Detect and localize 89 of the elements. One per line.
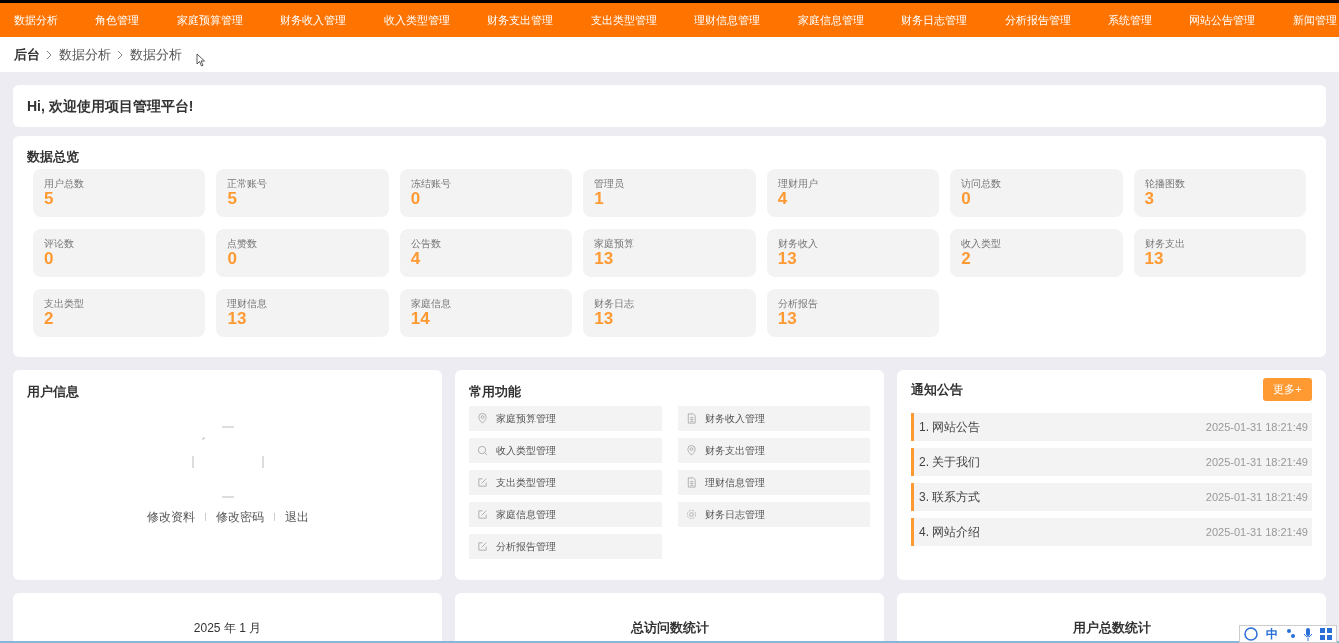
notice-time: 2025-01-31 18:21:49 bbox=[1205, 524, 1308, 540]
section-title: 常用功能 bbox=[469, 383, 522, 401]
notice-time: 2025-01-31 18:21:49 bbox=[1205, 454, 1308, 470]
stat-label: 轮播图数 bbox=[1144, 178, 1186, 189]
stat-value: 4 bbox=[410, 249, 422, 268]
punctuation-icon[interactable] bbox=[1286, 628, 1296, 640]
breadcrumb-link[interactable]: 数据分析 bbox=[130, 44, 182, 65]
stat-label: 分析报告 bbox=[777, 298, 819, 309]
notice-title: 1. 网站公告 bbox=[919, 419, 981, 436]
welcome-text: Hi, 欢迎使用项目管理平台! bbox=[27, 96, 194, 116]
location-pin-icon bbox=[477, 412, 488, 424]
section-title: 通知公告 bbox=[911, 380, 963, 399]
breadcrumb-link[interactable]: 数据分析 bbox=[59, 44, 111, 65]
stat-label: 财务收入 bbox=[777, 238, 819, 249]
stat-label: 点赞数 bbox=[227, 238, 259, 249]
grid-icon[interactable] bbox=[1320, 628, 1332, 640]
notice-title: 3. 联系方式 bbox=[919, 489, 981, 506]
profile-link[interactable]: 修改资料 bbox=[146, 507, 195, 526]
stat-label: 评论数 bbox=[44, 238, 75, 249]
stat-value: 5 bbox=[44, 189, 55, 208]
stat-label: 家庭信息 bbox=[410, 298, 452, 309]
profile-link[interactable]: 退出 bbox=[284, 507, 309, 526]
notice-item[interactable]: 2. 关于我们 2025-01-31 18:21:49 bbox=[911, 448, 1312, 476]
edit-icon bbox=[477, 476, 488, 488]
breadcrumb-link[interactable]: 后台 bbox=[14, 44, 40, 65]
stat-value: 0 bbox=[961, 189, 972, 208]
stat-label: 访问总数 bbox=[961, 178, 1003, 189]
notice-time: 2025-01-31 18:21:49 bbox=[1205, 419, 1308, 435]
stat-value: 1 bbox=[594, 189, 605, 208]
stat-label: 理财用户 bbox=[777, 178, 819, 189]
shortcut-link[interactable]: 财务支出管理 bbox=[677, 437, 870, 463]
shortcut-link[interactable]: 财务日志管理 bbox=[677, 501, 870, 527]
stat-label: 支出类型 bbox=[44, 298, 85, 309]
stat-value: 0 bbox=[44, 249, 55, 268]
shortcut-link[interactable]: 财务收入管理 bbox=[677, 405, 870, 431]
shortcut-link[interactable]: 分析报告管理 bbox=[469, 533, 662, 559]
stat-value: 0 bbox=[410, 189, 422, 208]
stat-value: 13 bbox=[594, 309, 615, 328]
location-pin-icon bbox=[685, 444, 697, 456]
stat-value: 13 bbox=[777, 249, 798, 268]
microphone-icon[interactable] bbox=[1304, 627, 1312, 641]
notice-title: 2. 关于我们 bbox=[919, 454, 981, 471]
stat-label: 收入类型 bbox=[961, 238, 1003, 249]
stat-label: 管理员 bbox=[594, 178, 626, 189]
section-title: 数据总览 bbox=[27, 148, 80, 166]
shortcut-link[interactable]: 理财信息管理 bbox=[677, 469, 870, 495]
stat-label: 用户总数 bbox=[44, 178, 85, 189]
stat-value: 13 bbox=[1144, 249, 1165, 268]
settings-icon bbox=[685, 508, 697, 520]
stat-value: 14 bbox=[410, 309, 431, 328]
ime-mode-toggle[interactable]: 中 bbox=[1266, 627, 1278, 641]
shortcut-link[interactable]: 支出类型管理 bbox=[469, 469, 662, 495]
stat-value: 0 bbox=[227, 249, 238, 268]
shortcut-link[interactable]: 收入类型管理 bbox=[469, 437, 662, 463]
profile-link[interactable]: 修改密码 bbox=[215, 507, 264, 526]
stat-value: 13 bbox=[777, 309, 798, 328]
stat-label: 财务日志 bbox=[594, 298, 636, 309]
document-icon bbox=[685, 476, 697, 488]
stat-label: 家庭预算 bbox=[594, 238, 636, 249]
stat-value: 2 bbox=[961, 249, 972, 268]
chevron-right-icon bbox=[46, 49, 53, 60]
edit-icon bbox=[477, 508, 488, 520]
shortcut-link[interactable]: 家庭信息管理 bbox=[469, 501, 662, 527]
section-title: 用户信息 bbox=[27, 383, 79, 401]
chart-title: 用户总数统计 bbox=[1072, 621, 1151, 637]
stat-label: 理财信息 bbox=[227, 298, 269, 309]
stat-label: 冻结账号 bbox=[410, 178, 452, 189]
stat-label: 公告数 bbox=[410, 238, 442, 249]
month-label: 2025 年 1 月 bbox=[193, 620, 262, 637]
stat-value: 13 bbox=[594, 249, 615, 268]
stat-value: 3 bbox=[1144, 189, 1156, 208]
notice-title: 4. 网站介绍 bbox=[919, 524, 981, 541]
mouse-cursor-icon bbox=[196, 53, 206, 67]
notice-item[interactable]: 3. 联系方式 2025-01-31 18:21:49 bbox=[911, 483, 1312, 511]
stat-label: 正常账号 bbox=[227, 178, 269, 189]
search-icon bbox=[477, 444, 488, 456]
shortcut-link[interactable]: 家庭预算管理 bbox=[469, 405, 662, 431]
notice-time: 2025-01-31 18:21:49 bbox=[1205, 489, 1308, 505]
stat-label: 财务支出 bbox=[1144, 238, 1186, 249]
stat-value: 2 bbox=[44, 309, 55, 328]
notice-item[interactable]: 4. 网站介绍 2025-01-31 18:21:49 bbox=[911, 518, 1312, 546]
stat-value: 5 bbox=[227, 189, 238, 208]
edit-icon bbox=[477, 540, 488, 552]
chevron-right-icon bbox=[117, 49, 124, 60]
document-icon bbox=[685, 412, 697, 424]
chart-title: 总访问数统计 bbox=[630, 621, 709, 637]
stat-value: 4 bbox=[777, 189, 789, 208]
stat-value: 13 bbox=[227, 309, 248, 328]
notice-item[interactable]: 1. 网站公告 2025-01-31 18:21:49 bbox=[911, 413, 1312, 441]
